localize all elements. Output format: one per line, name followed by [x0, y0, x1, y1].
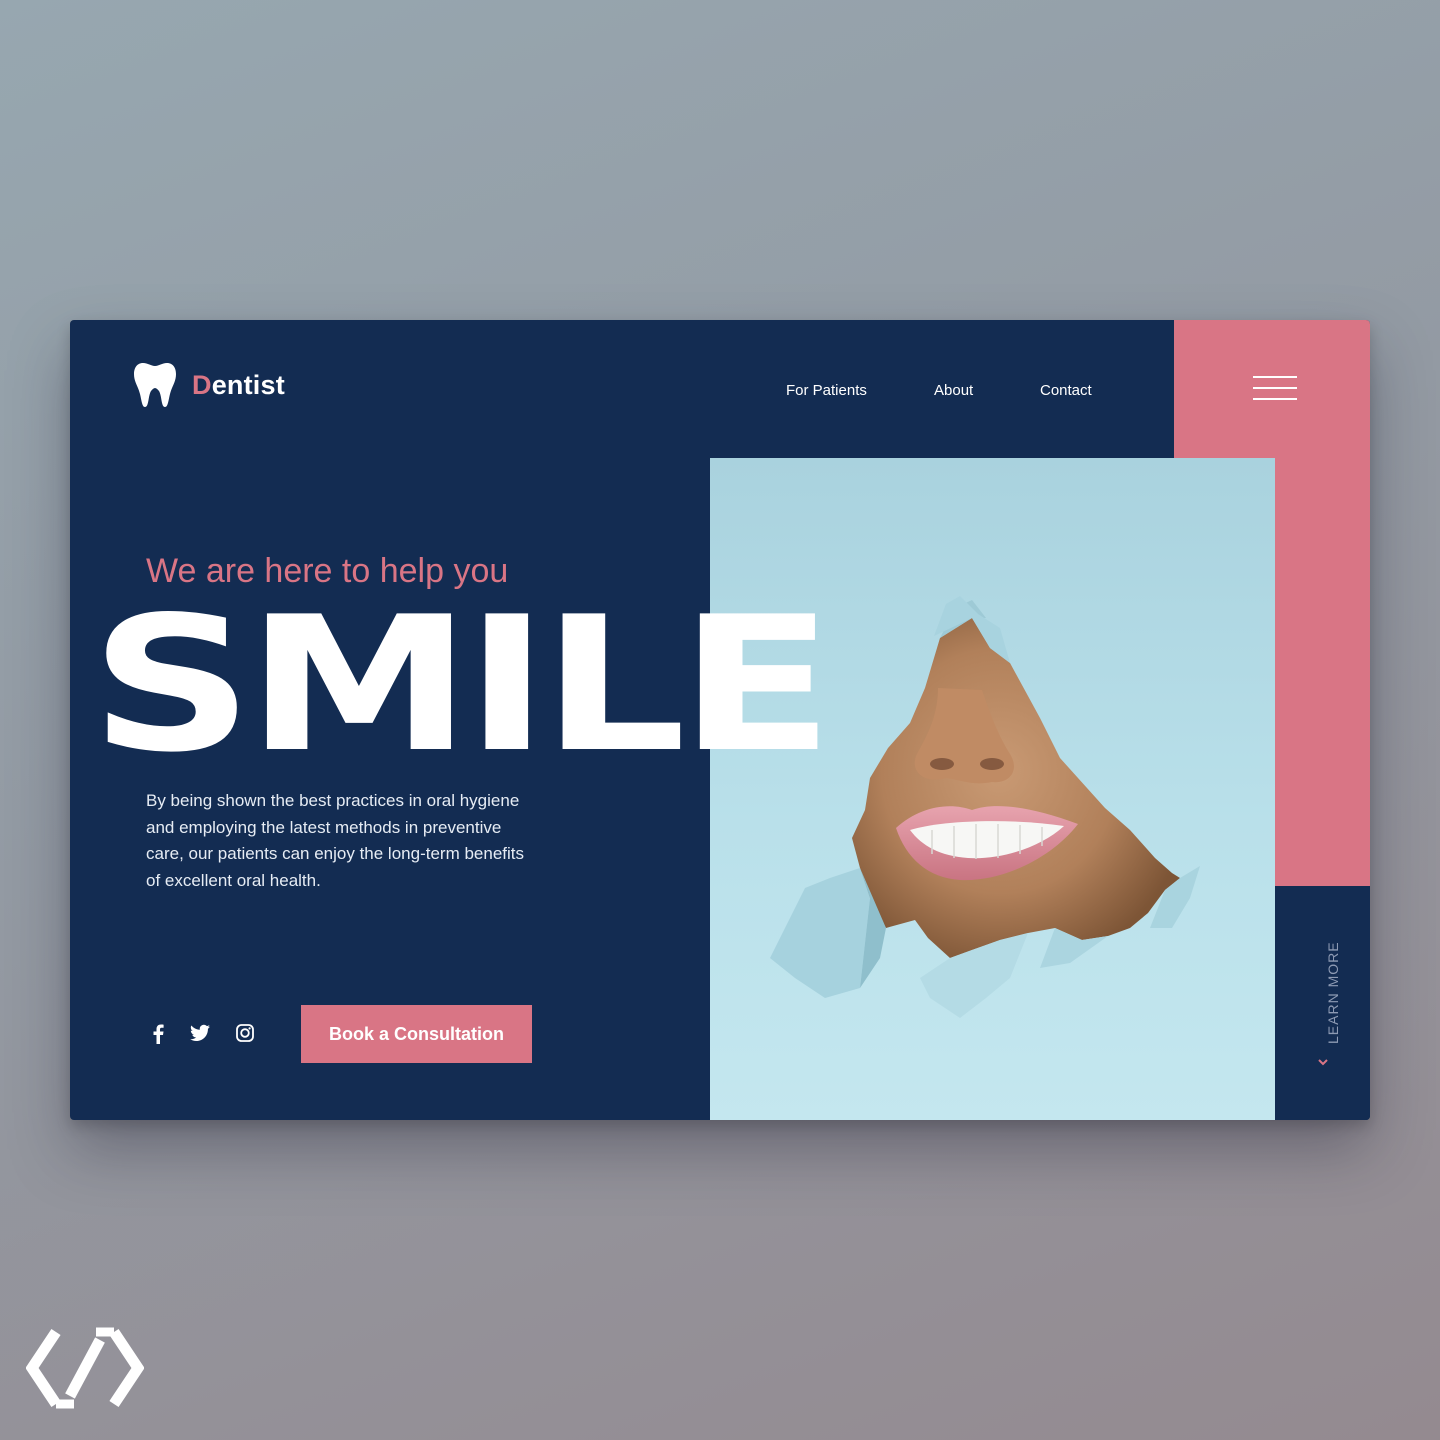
nav-for-patients[interactable]: For Patients	[786, 382, 867, 399]
hero-description: By being shown the best practices in ora…	[146, 791, 524, 890]
instagram-icon[interactable]	[236, 1024, 254, 1042]
chevron-down-icon	[1318, 1059, 1328, 1066]
book-consultation-button[interactable]: Book a Consultation	[301, 1005, 532, 1063]
brand-logo[interactable]: Dentist	[134, 362, 285, 408]
watermark-logo	[26, 1327, 144, 1409]
nav-about[interactable]: About	[934, 382, 973, 399]
learn-more-label: LEARN MORE	[1325, 941, 1341, 1044]
landing-card: Dentist For Patients About Contact We ar…	[70, 320, 1370, 1120]
twitter-icon[interactable]	[190, 1024, 210, 1042]
tooth-icon	[134, 363, 176, 407]
menu-icon[interactable]	[1253, 376, 1299, 402]
learn-more-link[interactable]: LEARN MORE	[1314, 940, 1341, 1080]
brand-name: Dentist	[192, 369, 285, 400]
nav-contact[interactable]: Contact	[1040, 382, 1092, 399]
hero-headline: SMILE	[90, 576, 834, 793]
facebook-icon[interactable]	[152, 1024, 164, 1044]
